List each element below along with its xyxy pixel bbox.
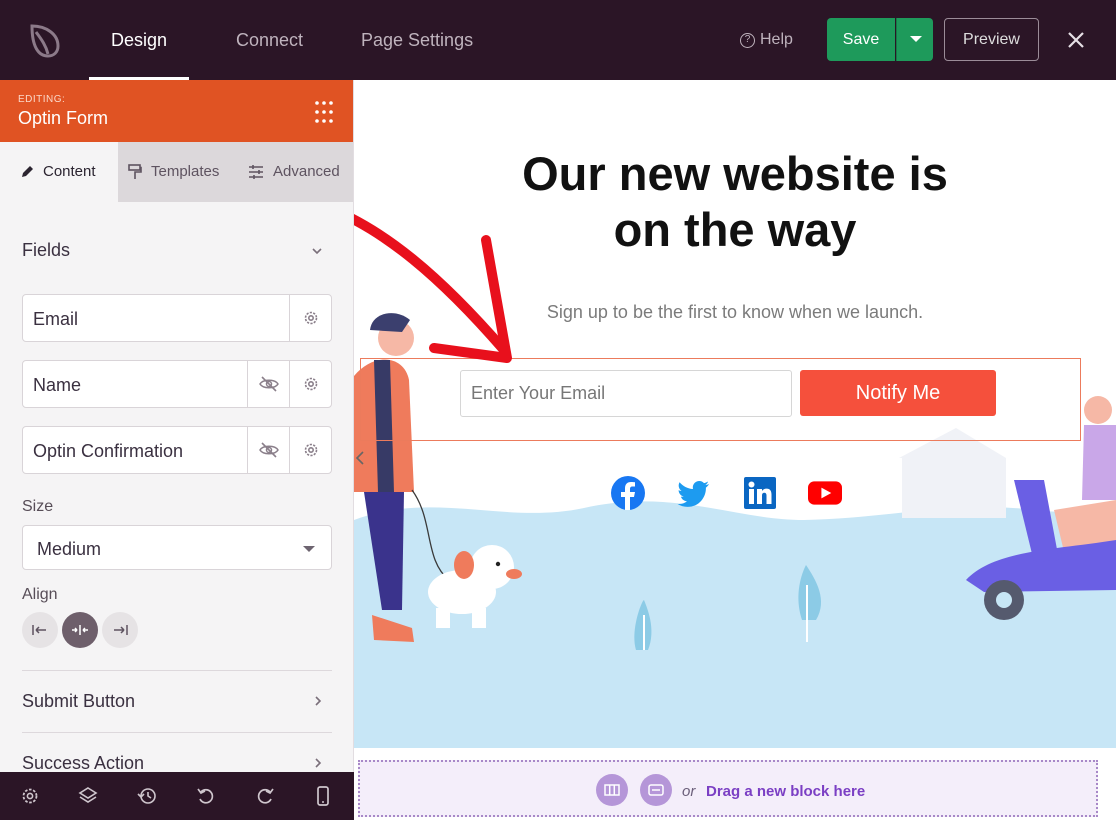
save-button[interactable]: Save xyxy=(827,18,895,61)
align-left-button[interactable] xyxy=(22,612,58,648)
field-row-email[interactable]: Email xyxy=(22,294,332,342)
save-dropdown-button[interactable] xyxy=(896,18,933,61)
subtab-content[interactable]: Content xyxy=(0,142,118,202)
caret-down-icon xyxy=(303,546,315,552)
tab-design[interactable]: Design xyxy=(88,0,190,80)
notify-me-button[interactable]: Notify Me xyxy=(800,370,996,416)
editing-title: Optin Form xyxy=(18,108,109,128)
submit-button-section-title[interactable]: Submit Button xyxy=(22,691,135,712)
field-label: Optin Confirmation xyxy=(33,441,184,461)
linkedin-icon[interactable] xyxy=(743,476,777,510)
align-right-button[interactable] xyxy=(102,612,138,648)
layers-icon[interactable] xyxy=(78,786,98,806)
editing-header: EDITING: Optin Form xyxy=(0,80,353,142)
chevron-left-icon[interactable] xyxy=(354,448,366,468)
dropzone-drag-text: Drag a new block here xyxy=(706,783,866,800)
divider xyxy=(22,732,332,733)
field-settings-button[interactable] xyxy=(289,295,331,341)
field-settings-button[interactable] xyxy=(289,361,331,407)
size-label: Size xyxy=(22,498,54,515)
subtab-advanced[interactable]: Advanced xyxy=(248,142,340,202)
field-row-optin-confirmation[interactable]: Optin Confirmation xyxy=(22,426,332,474)
align-left-icon xyxy=(32,625,46,635)
eye-slash-icon xyxy=(258,376,279,392)
chevron-right-icon[interactable] xyxy=(313,758,323,768)
add-block-dropzone[interactable]: or Drag a new block here xyxy=(358,760,1098,817)
success-action-section-title[interactable]: Success Action xyxy=(22,753,144,774)
subtab-templates-label: Templates xyxy=(151,163,220,180)
tab-page-settings[interactable]: Page Settings xyxy=(361,0,473,80)
section-icon xyxy=(648,784,664,796)
columns-icon xyxy=(604,784,620,796)
facebook-icon[interactable] xyxy=(611,476,645,510)
mobile-icon[interactable] xyxy=(313,786,333,806)
editing-label: EDITING: xyxy=(18,94,66,105)
fields-section-title[interactable]: Fields xyxy=(22,240,70,261)
help-label: Help xyxy=(760,31,793,48)
seedprod-logo-icon[interactable] xyxy=(26,20,64,60)
align-label: Align xyxy=(22,586,58,603)
subtab-advanced-label: Advanced xyxy=(273,163,340,180)
sidebar-bottom-bar xyxy=(0,772,354,820)
gear-icon[interactable] xyxy=(20,786,40,806)
subtab-templates[interactable]: Templates xyxy=(128,142,219,202)
sidebar-subtabs: Content Templates Advanced xyxy=(0,142,353,202)
pencil-icon xyxy=(22,166,33,177)
sliders-icon xyxy=(249,165,263,179)
divider xyxy=(22,670,332,671)
history-icon[interactable] xyxy=(137,786,157,806)
tab-connect[interactable]: Connect xyxy=(236,0,303,80)
field-label: Email xyxy=(33,309,79,329)
align-center-button[interactable] xyxy=(62,612,98,648)
align-center-icon xyxy=(72,625,88,635)
field-row-name[interactable]: Name xyxy=(22,360,332,408)
field-visibility-button[interactable] xyxy=(247,427,289,473)
field-settings-button[interactable] xyxy=(289,427,331,473)
align-right-icon xyxy=(114,625,128,635)
twitter-icon[interactable] xyxy=(677,476,711,510)
undo-icon[interactable] xyxy=(196,786,216,806)
add-columns-button[interactable] xyxy=(596,774,628,806)
close-icon[interactable] xyxy=(1064,28,1088,52)
size-select-value: Medium xyxy=(37,539,102,559)
redo-icon[interactable] xyxy=(255,786,275,806)
size-select[interactable]: Medium xyxy=(22,525,332,570)
chevron-down-icon[interactable] xyxy=(312,246,322,256)
top-bar: Design Connect Page Settings ? Help Save… xyxy=(0,0,1116,80)
sidebar-panel: EDITING: Optin Form Content Templates Ad… xyxy=(0,80,354,820)
preview-button[interactable]: Preview xyxy=(944,18,1039,61)
chevron-right-icon[interactable] xyxy=(313,696,323,706)
help-link[interactable]: ? Help xyxy=(740,31,793,49)
field-visibility-button[interactable] xyxy=(247,361,289,407)
field-label: Name xyxy=(33,375,82,395)
gear-icon xyxy=(304,377,317,391)
gear-icon xyxy=(304,443,317,457)
eye-slash-icon xyxy=(258,442,279,458)
youtube-icon[interactable] xyxy=(808,476,842,510)
dropzone-or-text: or xyxy=(682,783,696,800)
paint-roller-icon xyxy=(128,164,142,179)
red-arrow-annotation xyxy=(354,213,512,363)
question-circle-icon: ? xyxy=(740,32,755,48)
grid-dots-icon[interactable] xyxy=(314,100,334,124)
page-preview-canvas: Our new website is on the way Sign up to… xyxy=(354,80,1116,820)
subtab-content-label: Content xyxy=(43,163,96,180)
gear-icon xyxy=(304,311,317,325)
add-section-button[interactable] xyxy=(640,774,672,806)
